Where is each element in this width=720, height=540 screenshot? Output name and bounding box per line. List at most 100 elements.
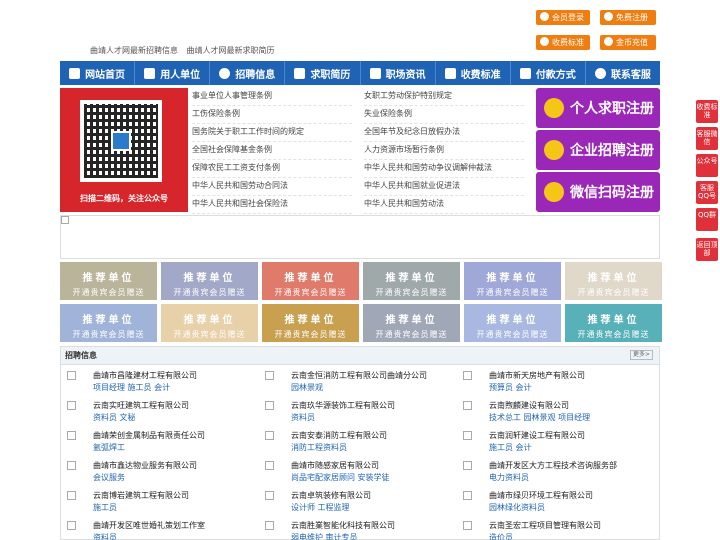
company-name-link[interactable]: 云南玖华源装饰工程有限公司 — [291, 400, 395, 411]
latest-jobs-link[interactable]: 曲靖人才网最新招聘信息 — [90, 46, 178, 55]
job-positions-link[interactable]: 消防工程资料员 — [291, 442, 347, 453]
company-name-link[interactable]: 曲靖开发区唯世婚礼策划工作室 — [93, 520, 205, 531]
company-name-link[interactable]: 云南润轩建设工程有限公司 — [489, 430, 585, 441]
job-positions-link[interactable]: 预算员 会计 — [489, 382, 532, 393]
pricing-button[interactable]: 收费标准 — [536, 35, 590, 50]
job-positions-link[interactable]: 资料员 — [291, 412, 315, 423]
side-wechat[interactable]: 客服微信 — [696, 127, 718, 150]
company-logo-image[interactable] — [463, 431, 472, 440]
company-logo-image[interactable] — [463, 491, 472, 500]
register-button[interactable]: 免费注册 — [600, 10, 656, 25]
company-logo-image[interactable] — [463, 401, 472, 410]
side-qq[interactable]: 客服QQ号 — [696, 181, 718, 204]
company-logo-image[interactable] — [463, 371, 472, 380]
company-logo-image[interactable] — [67, 461, 76, 470]
company-name-link[interactable]: 曲靖市新天房地产有限公司 — [489, 370, 585, 381]
company-logo-image[interactable] — [265, 521, 274, 530]
company-logo-image[interactable] — [265, 401, 274, 410]
job-positions-link[interactable]: 尚品宅配家居顾问 安装学徒 — [291, 472, 390, 483]
job-positions-link[interactable]: 设计师 工程监理 — [291, 502, 350, 513]
company-name-link[interactable]: 曲靖荣创金属制品有限责任公司 — [93, 430, 205, 441]
company-name-link[interactable]: 曲靖开发区大方工程技术咨询服务部 — [489, 460, 617, 471]
nav-payment[interactable]: 付款方式 — [511, 61, 586, 85]
law-link[interactable]: 中华人民共和国劳动法 — [364, 196, 524, 214]
company-name-link[interactable]: 曲靖市绿贝环境工程有限公司 — [489, 490, 593, 501]
company-logo-image[interactable] — [67, 371, 76, 380]
job-positions-link[interactable]: 项目经理 施工员 会计 — [93, 382, 170, 393]
employer-register-button[interactable]: 企业招聘注册 — [536, 130, 660, 170]
company-logo-image[interactable] — [67, 431, 76, 440]
job-positions-link[interactable]: 施工员 会计 — [489, 442, 532, 453]
company-logo-image[interactable] — [463, 521, 472, 530]
job-positions-link[interactable]: 资料员 — [93, 532, 117, 540]
job-positions-link[interactable]: 园林绿化资料员 — [489, 502, 545, 513]
nav-home[interactable]: 网站首页 — [60, 61, 136, 85]
law-link[interactable]: 人力资源市场暂行条例 — [364, 142, 524, 160]
company-name-link[interactable]: 云南博岩建筑工程有限公司 — [93, 490, 189, 501]
featured-employer-tile[interactable]: 推荐单位 开通贵宾会员赠送 — [464, 304, 561, 342]
job-positions-link[interactable]: 电力资料员 — [489, 472, 529, 483]
law-link[interactable]: 中华人民共和国劳动争议调解仲裁法 — [364, 160, 524, 178]
nav-jobs[interactable]: 招聘信息 — [210, 61, 286, 85]
company-name-link[interactable]: 云南煦麟建设有限公司 — [489, 400, 569, 411]
job-positions-link[interactable]: 施工员 — [93, 502, 117, 513]
law-link[interactable]: 保障农民工工资支付条例 — [192, 160, 352, 178]
featured-employer-tile[interactable]: 推荐单位 开通贵宾会员赠送 — [565, 262, 662, 300]
nav-employers[interactable]: 用人单位 — [135, 61, 211, 85]
job-positions-link[interactable]: 园林景观 — [291, 382, 323, 393]
company-logo-image[interactable] — [67, 401, 76, 410]
law-link[interactable]: 全国社会保障基金条例 — [192, 142, 352, 160]
recharge-button[interactable]: 金币充值 — [600, 35, 656, 50]
company-logo-image[interactable] — [463, 461, 472, 470]
law-link[interactable]: 中华人民共和国就业促进法 — [364, 178, 524, 196]
company-name-link[interactable]: 云南金恒消防工程有限公司曲靖分公司 — [291, 370, 427, 381]
company-logo-image[interactable] — [265, 431, 274, 440]
wechat-register-button[interactable]: 微信扫码注册 — [536, 172, 660, 212]
company-logo-image[interactable] — [67, 491, 76, 500]
job-positions-link[interactable]: 资料员 文秘 — [93, 412, 136, 423]
featured-employer-tile[interactable]: 推荐单位 开通贵宾会员赠送 — [60, 304, 157, 342]
nav-resumes[interactable]: 求职简历 — [285, 61, 361, 85]
law-link[interactable]: 工伤保险条例 — [192, 106, 352, 124]
company-name-link[interactable]: 曲靖市昌隆建材工程有限公司 — [93, 370, 197, 381]
company-name-link[interactable]: 曲靖市随感家居有限公司 — [291, 460, 379, 471]
featured-employer-tile[interactable]: 推荐单位 开通贵宾会员赠送 — [161, 262, 258, 300]
featured-employer-tile[interactable]: 推荐单位 开通贵宾会员赠送 — [262, 262, 359, 300]
featured-employer-tile[interactable]: 推荐单位 开通贵宾会员赠送 — [464, 262, 561, 300]
law-link[interactable]: 女职工劳动保护特别规定 — [364, 88, 524, 106]
company-logo-image[interactable] — [265, 371, 274, 380]
login-button[interactable]: 会员登录 — [536, 10, 590, 25]
side-official-account[interactable]: 公众号 — [696, 154, 718, 177]
company-logo-image[interactable] — [67, 521, 76, 530]
law-link[interactable]: 中华人民共和国社会保险法 — [192, 196, 352, 214]
law-link[interactable]: 失业保险条例 — [364, 106, 524, 124]
latest-resumes-link[interactable]: 曲靖人才网最新求职简历 — [187, 46, 275, 55]
law-link[interactable]: 国务院关于职工工作时间的规定 — [192, 124, 352, 142]
featured-employer-tile[interactable]: 推荐单位 开通贵宾会员赠送 — [363, 262, 460, 300]
law-link[interactable]: 事业单位人事管理条例 — [192, 88, 352, 106]
featured-employer-tile[interactable]: 推荐单位 开通贵宾会员赠送 — [565, 304, 662, 342]
featured-employer-tile[interactable]: 推荐单位 开通贵宾会员赠送 — [60, 262, 157, 300]
job-positions-link[interactable]: 技术总工 园林景观 项目经理 — [489, 412, 590, 423]
company-name-link[interactable]: 云南卓筑装修有限公司 — [291, 490, 371, 501]
side-pricing[interactable]: 收费标准 — [696, 100, 718, 123]
featured-employer-tile[interactable]: 推荐单位 开通贵宾会员赠送 — [161, 304, 258, 342]
nav-support[interactable]: 联系客服 — [586, 61, 660, 85]
banner-image-placeholder[interactable] — [60, 215, 660, 259]
company-logo-image[interactable] — [265, 491, 274, 500]
more-link[interactable]: 更多> — [629, 350, 653, 360]
job-positions-link[interactable]: 造价员 — [489, 532, 513, 540]
law-link[interactable]: 全国年节及纪念日放假办法 — [364, 124, 524, 142]
jobseeker-register-button[interactable]: 个人求职注册 — [536, 88, 660, 128]
company-name-link[interactable]: 云南圣宏工程项目管理有限公司 — [489, 520, 601, 531]
job-positions-link[interactable]: 弱电维护 审计专员 — [291, 532, 358, 540]
company-logo-image[interactable] — [265, 461, 274, 470]
side-qq-group[interactable]: QQ群 — [696, 208, 718, 231]
company-name-link[interactable]: 曲靖市鑫达物业服务有限公司 — [93, 460, 197, 471]
company-name-link[interactable]: 云南安泰消防工程有限公司 — [291, 430, 387, 441]
job-positions-link[interactable]: 会议服务 — [93, 472, 125, 483]
side-back-to-top[interactable]: 返回顶部 — [696, 238, 718, 261]
nav-news[interactable]: 职场资讯 — [361, 61, 436, 85]
company-name-link[interactable]: 云南胜業智能化科技有限公司 — [291, 520, 395, 531]
company-name-link[interactable]: 云南实旺建筑工程有限公司 — [93, 400, 189, 411]
